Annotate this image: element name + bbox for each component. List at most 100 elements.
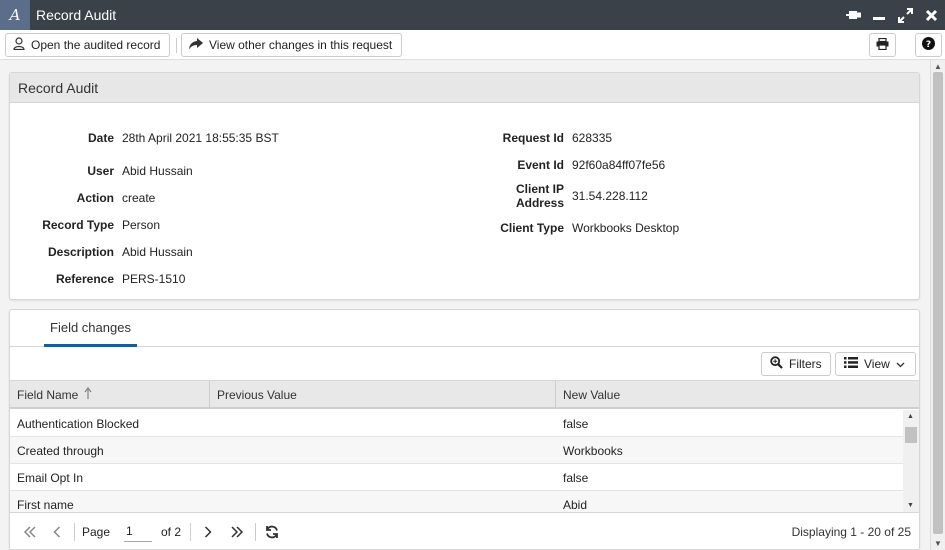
- field-name-cell: Created through: [17, 443, 104, 458]
- column-header-field-name[interactable]: Field Name: [10, 381, 210, 408]
- page-count-label: of 2: [161, 525, 182, 539]
- record-type-label: Record Type: [42, 218, 114, 232]
- record-type-value: Person: [122, 218, 161, 232]
- record-audit-heading: Record Audit: [10, 73, 919, 103]
- refresh-icon[interactable]: [263, 522, 281, 542]
- record-type-field: Record Type Person: [10, 216, 160, 234]
- svg-text:?: ?: [926, 40, 931, 50]
- description-label: Description: [47, 245, 114, 259]
- page-number-input[interactable]: [124, 520, 152, 542]
- view-label: View: [864, 357, 890, 371]
- page-scroll-up-icon[interactable]: ▲: [934, 62, 942, 71]
- table-row[interactable]: First name Abid: [10, 491, 903, 512]
- next-page-icon[interactable]: [201, 522, 215, 542]
- pin-icon[interactable]: [845, 7, 861, 23]
- field-name-cell: First name: [17, 497, 74, 512]
- help-button[interactable]: ?: [915, 33, 942, 57]
- column-header-field-name-label: Field Name: [17, 387, 79, 402]
- print-button[interactable]: [869, 33, 896, 57]
- event-id-field: Event Id 92f60a84ff07fe56: [484, 156, 665, 174]
- user-icon: [13, 37, 25, 53]
- new-value-cell: false: [563, 416, 589, 431]
- column-header-previous-value-label: Previous Value: [217, 387, 297, 402]
- new-value-cell: Abid: [563, 497, 588, 512]
- pager-separator: [190, 523, 191, 541]
- printer-icon: [876, 37, 889, 53]
- app-logo: A: [0, 0, 30, 30]
- first-page-icon[interactable]: [21, 522, 39, 542]
- search-icon: [770, 356, 783, 372]
- column-header-new-value[interactable]: New Value: [556, 381, 919, 408]
- user-label: User: [87, 164, 114, 178]
- client-type-value: Workbooks Desktop: [572, 221, 680, 235]
- tab-bar: Field changes: [10, 310, 919, 347]
- page-scrollbar[interactable]: ▲ ▼: [930, 60, 945, 550]
- open-audited-record-button[interactable]: Open the audited record: [5, 33, 171, 57]
- sort-ascending-icon: [84, 386, 92, 403]
- filters-button[interactable]: Filters: [761, 352, 831, 376]
- page-scrollbar-thumb[interactable]: [933, 72, 943, 534]
- record-audit-panel: Record Audit Date 28th April 2021 18:55:…: [9, 72, 920, 300]
- user-value: Abid Hussain: [122, 164, 193, 178]
- share-arrow-icon: [189, 37, 203, 53]
- page-label: Page: [82, 525, 111, 539]
- pager-separator: [255, 523, 256, 541]
- pager-separator: [74, 523, 75, 541]
- close-icon[interactable]: [923, 7, 939, 23]
- reference-value: PERS-1510: [122, 272, 186, 286]
- toolbar-separator: [176, 38, 177, 53]
- help-icon: ?: [922, 37, 935, 53]
- page-scroll-down-icon[interactable]: ▼: [934, 539, 942, 548]
- displaying-count: Displaying 1 - 20 of 25: [791, 525, 911, 539]
- column-header-previous-value[interactable]: Previous Value: [210, 381, 556, 408]
- field-name-cell: Authentication Blocked: [17, 416, 140, 431]
- client-ip-field: Client IP Address 31.54.228.112: [484, 181, 648, 211]
- grid-body: Authentication Blocked false Created thr…: [10, 410, 903, 512]
- field-name-cell: Email Opt In: [17, 470, 84, 485]
- filters-label: Filters: [789, 357, 822, 371]
- reference-label: Reference: [55, 272, 114, 286]
- table-row[interactable]: Email Opt In false: [10, 464, 903, 491]
- table-row[interactable]: Created through Workbooks: [10, 437, 903, 464]
- last-page-icon[interactable]: [228, 522, 246, 542]
- grid-scrollbar[interactable]: ▲ ▼: [903, 410, 919, 512]
- open-audited-record-label: Open the audited record: [31, 38, 161, 52]
- field-changes-panel: Field changes Filters View Field Name Pr…: [9, 309, 920, 550]
- action-label: Action: [76, 191, 114, 205]
- client-ip-label-line2: Address: [515, 196, 564, 210]
- description-field: Description Abid Hussain: [10, 243, 193, 261]
- request-id-value: 628335: [572, 131, 613, 145]
- table-row[interactable]: Authentication Blocked false: [10, 410, 903, 437]
- client-ip-value: 31.54.228.112: [572, 189, 648, 203]
- maximize-icon[interactable]: [897, 7, 913, 23]
- client-ip-label-line1: Client IP: [515, 182, 564, 196]
- list-icon: [844, 357, 858, 371]
- grid-header: Field Name Previous Value New Value: [10, 380, 919, 409]
- pagination-bar: Page of 2 Displaying 1 - 20 of 25: [10, 512, 919, 549]
- event-id-value: 92f60a84ff07fe56: [572, 158, 666, 172]
- client-ip-label: Client IP Address: [484, 182, 564, 210]
- action-value: create: [122, 191, 156, 205]
- grid-scrollbar-thumb[interactable]: [905, 427, 917, 443]
- tab-field-changes[interactable]: Field changes: [44, 310, 137, 347]
- request-id-field: Request Id 628335: [484, 129, 612, 147]
- previous-page-icon[interactable]: [50, 522, 64, 542]
- event-id-label: Event Id: [517, 158, 564, 172]
- scroll-down-arrow-icon[interactable]: ▼: [907, 502, 914, 509]
- title-bar: A Record Audit: [0, 0, 945, 30]
- scroll-up-arrow-icon[interactable]: ▲: [907, 413, 914, 420]
- client-type-field: Client Type Workbooks Desktop: [484, 219, 679, 237]
- request-id-label: Request Id: [502, 131, 564, 145]
- window-controls: [845, 0, 939, 30]
- toolbar: Open the audited record View other chang…: [0, 30, 945, 60]
- minimize-icon[interactable]: [871, 7, 887, 23]
- main-content: Record Audit Date 28th April 2021 18:55:…: [0, 60, 930, 550]
- date-label: Date: [87, 131, 114, 145]
- view-other-changes-label: View other changes in this request: [209, 38, 393, 52]
- view-other-changes-button[interactable]: View other changes in this request: [181, 33, 403, 57]
- view-menu-button[interactable]: View: [835, 352, 916, 376]
- date-field: Date 28th April 2021 18:55:35 BST: [10, 129, 279, 147]
- chevron-down-icon: [896, 357, 905, 371]
- new-value-cell: Workbooks: [563, 443, 623, 458]
- reference-field: Reference PERS-1510: [10, 270, 185, 288]
